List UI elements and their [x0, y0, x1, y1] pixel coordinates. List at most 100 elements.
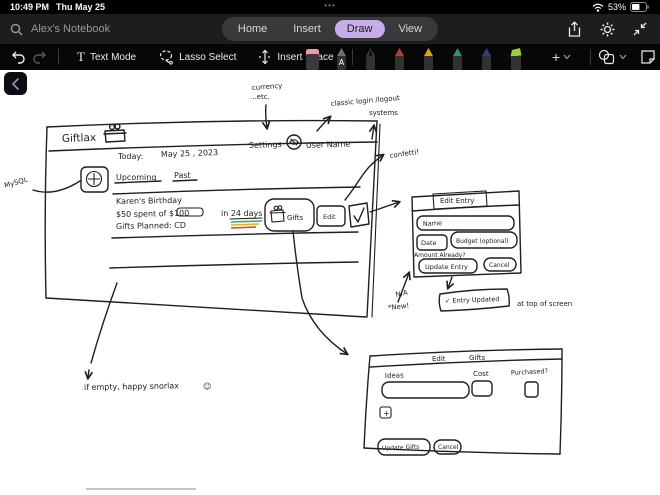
tab-insert[interactable]: Insert [281, 20, 333, 38]
cost-input-sketch [471, 380, 493, 397]
panel-title: Edit Entry [440, 197, 474, 205]
currency-arrow [266, 104, 267, 128]
status-bar: 10:49 PM Thu May 25 ••• 53% [0, 0, 660, 14]
battery-icon [630, 2, 649, 12]
mysql-connector [32, 180, 81, 193]
pen-a[interactable]: A [333, 48, 350, 70]
status-time: 10:49 PM [10, 2, 50, 12]
drawing-canvas[interactable]: currency ...etc. classic login /logout s… [0, 70, 660, 495]
empty-note-text: if empty, happy snorlax [84, 381, 179, 392]
lasso-label: Lasso Select [179, 51, 237, 63]
checkbox-sketch [348, 202, 370, 228]
upcoming-green-icon [80, 166, 109, 193]
edit-button-sketch: Edit [316, 205, 346, 227]
add-pen-icon: + [552, 49, 561, 65]
smiley-sketch: ☺ [203, 382, 211, 391]
toolbar-divider [590, 49, 591, 65]
sketch-toast: ✓ Entry Updated at top of screen [438, 276, 572, 312]
settings-gear-icon[interactable] [599, 21, 616, 38]
search-icon[interactable] [10, 23, 23, 36]
add-pen-button[interactable]: + [552, 50, 571, 64]
app-title: Giftlax [62, 132, 97, 145]
tab-view[interactable]: View [386, 20, 434, 38]
date-field-label: Date [421, 239, 437, 247]
pen-red[interactable] [391, 48, 408, 70]
today-label: Today: [117, 152, 143, 161]
sketch-edit-entry-panel: Edit Entry Name Date Budget (optional) A… [411, 190, 522, 278]
text-mode-icon: T [77, 49, 85, 64]
redo-icon[interactable] [32, 49, 48, 65]
sticky-note-icon[interactable] [640, 49, 656, 65]
col-ideas: Ideas [385, 371, 404, 380]
confetti-label: confetti! [389, 148, 419, 160]
col-cost: Cost [473, 370, 489, 378]
window-frame [46, 119, 378, 128]
form-cancel-label: Cancel [438, 444, 459, 451]
status-date: Thu May 25 [56, 2, 106, 12]
tab-draw[interactable]: Draw [334, 20, 385, 38]
highlighter-green[interactable] [507, 48, 525, 70]
tab-upcoming-label: Upcoming [116, 173, 156, 182]
nav-bar: Alex's Notebook Home Insert Draw View [0, 14, 660, 44]
settings-label: Settings [249, 140, 282, 150]
undo-icon[interactable] [10, 49, 26, 65]
name-field-label: Name [423, 219, 443, 228]
entry-countdown: in 24 days [221, 209, 262, 218]
sketch-gifts-form: Edit Gifts Ideas Cost Purchased? + Updat… [363, 348, 563, 456]
form-tab-edit: Edit [432, 355, 446, 363]
mysql-label: MySQL [3, 176, 28, 190]
update-entry-label: Update Entry [425, 263, 468, 271]
insert-space-icon [259, 49, 272, 65]
notebook-title[interactable]: Alex's Notebook [31, 23, 110, 35]
sketch-annotation-confetti: confetti! [344, 148, 420, 201]
toast-text: ✓ Entry Updated [445, 295, 500, 305]
user-name-label: User Name [306, 139, 351, 150]
empty-down-arrow [88, 369, 89, 378]
add-row-label: + [383, 409, 390, 418]
multitask-handle[interactable]: ••• [324, 1, 335, 10]
entry-title: Karen's Birthday [116, 196, 182, 206]
battery-percent: 53% [607, 2, 626, 12]
pen-green[interactable] [449, 48, 466, 70]
currency-note-line1: currency [252, 82, 283, 92]
pen-blue[interactable] [478, 48, 495, 70]
eraser-tool[interactable] [304, 49, 321, 70]
text-mode-label: Text Mode [89, 51, 137, 63]
countdown-underline-yellow [230, 223, 260, 226]
collapse-window-icon[interactable] [632, 21, 648, 37]
past-underline [172, 179, 198, 182]
checkbox-to-panel-arrow [369, 202, 399, 213]
new-label: *New! [387, 302, 409, 312]
pen-a-label: A [339, 58, 345, 67]
app-screen: 10:49 PM Thu May 25 ••• 53% Alex's Noteb… [0, 0, 660, 495]
gifts-button-sketch: Gifts [264, 198, 315, 232]
login-arrow [316, 117, 330, 132]
wifi-icon [592, 3, 604, 12]
settings-gear-sketch-icon [286, 134, 302, 150]
new-arrow [397, 273, 409, 303]
today-date: May 25 , 2023 [161, 148, 219, 159]
countdown-underline-green [230, 220, 263, 223]
toast-position-note: at top of screen [517, 300, 572, 308]
text-mode-button[interactable]: T Text Mode [69, 49, 144, 65]
budget-field-label: Budget (optional) [456, 238, 509, 245]
sketch-empty-note: if empty, happy snorlax ☺ [84, 282, 211, 392]
form-frame [369, 348, 563, 357]
ribbon-tabs: Home Insert Draw View [221, 17, 439, 41]
share-icon[interactable] [566, 20, 583, 38]
tab-home[interactable]: Home [226, 20, 279, 38]
form-tab-gifts: Gifts [469, 354, 485, 362]
currency-note-line2: ...etc. [250, 93, 270, 101]
toolbar-divider [58, 49, 59, 65]
pen-yellow[interactable] [420, 48, 437, 70]
lasso-select-button[interactable]: Lasso Select [150, 49, 244, 65]
shapes-tool-button[interactable] [598, 49, 627, 65]
login-note-line2: systems [369, 109, 398, 117]
pen-black[interactable] [362, 48, 379, 70]
gifts-form-connector-arrow [292, 230, 347, 354]
purchased-checkbox-sketch [524, 381, 539, 398]
chevron-down-icon [619, 54, 627, 60]
empty-connector-line [90, 282, 118, 364]
login-note-line1: classic login /logout [330, 94, 400, 108]
draw-toolbar: T Text Mode Lasso Select Insert Space A … [0, 44, 660, 70]
